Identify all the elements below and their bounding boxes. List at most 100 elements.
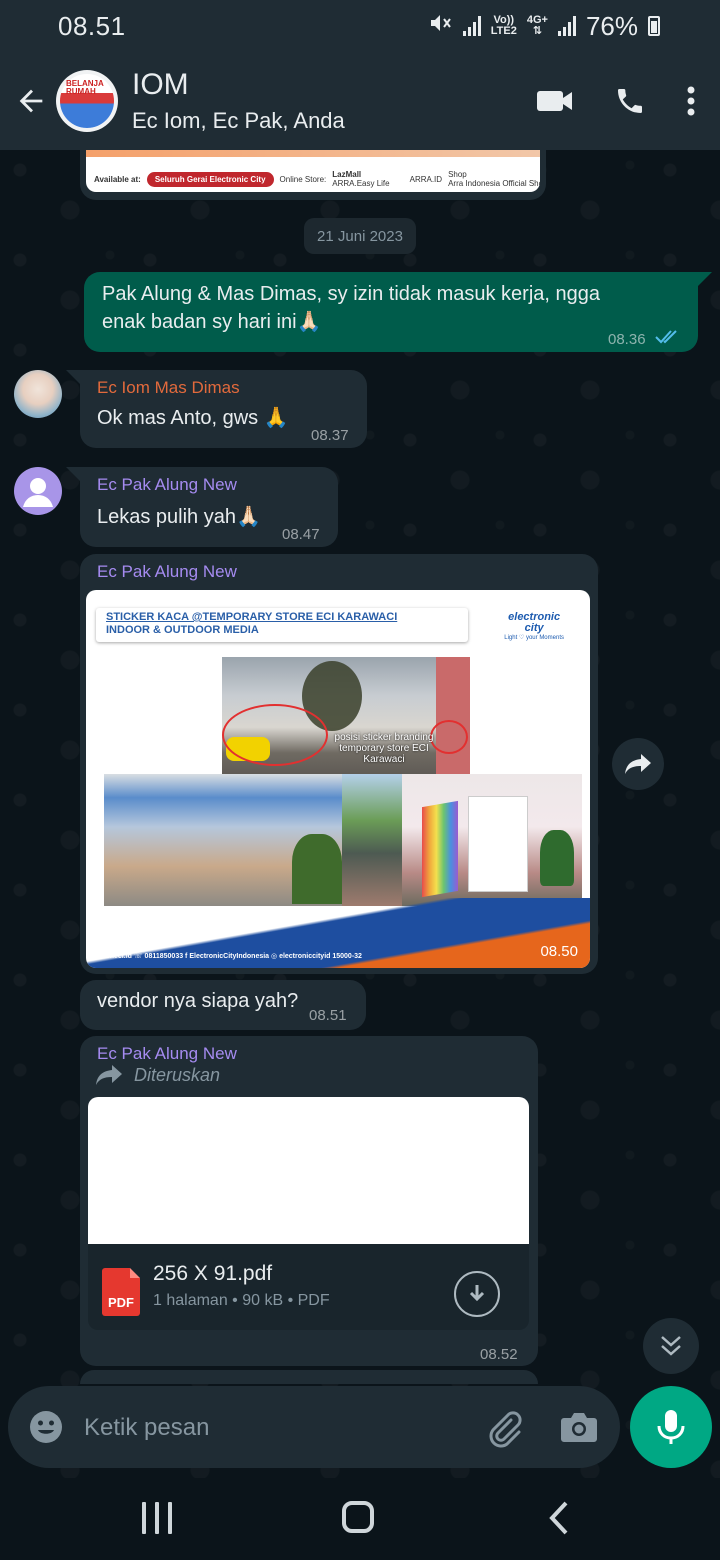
camera-icon[interactable] — [560, 1410, 598, 1449]
potted-plant — [540, 830, 574, 886]
store-entrance-photo — [402, 774, 582, 906]
status-bar: 08.51 Vo)) LTE2 4G+ ⇅ 76% — [0, 0, 720, 52]
status-time: 08.51 — [58, 10, 126, 41]
home-icon[interactable] — [342, 1501, 374, 1533]
tree — [292, 834, 342, 904]
forward-button[interactable] — [612, 738, 664, 790]
arra-sub: ARRA.ID — [409, 174, 443, 184]
phone-call-icon[interactable] — [614, 85, 646, 117]
bubble-tail — [66, 467, 80, 481]
message-text: vendor nya siapa yah? — [97, 990, 299, 1012]
photo-annotation: posisi sticker branding temporary store … — [334, 732, 434, 765]
incoming-message[interactable]: vendor nya siapa yah? 08.51 — [80, 980, 366, 1030]
next-message-partial — [80, 1370, 538, 1384]
promo-arra: ARRA.ID — [396, 175, 442, 184]
incoming-message[interactable]: Ec Pak Alung New Lekas pulih yah🙏🏻 08.47 — [80, 467, 338, 547]
message-text: Pak Alung & Mas Dimas, sy izin tidak mas… — [102, 283, 600, 333]
pdf-badge: PDF — [108, 1295, 134, 1310]
group-avatar-logo: BELANJA RUMAH — [66, 79, 104, 96]
video-call-icon[interactable] — [536, 87, 574, 115]
message-time: 08.36 — [608, 331, 646, 348]
group-members: Ec Iom, Ec Pak, Anda — [132, 108, 345, 133]
sender-avatar[interactable] — [14, 370, 62, 418]
electronic-city-logo: electronic city Light ♡ your Moments — [504, 612, 564, 642]
street-photo — [342, 774, 402, 906]
group-avatar-image: BELANJA RUMAH — [60, 74, 114, 128]
slide-title-box: STICKER KACA @TEMPORARY STORE ECI KARAWA… — [96, 608, 468, 642]
recent-apps-icon[interactable] — [142, 1502, 172, 1534]
system-navigation-bar — [0, 1478, 720, 1560]
shared-image[interactable]: STICKER KACA @TEMPORARY STORE ECI KARAWA… — [86, 590, 590, 968]
slide-footer-text: www.eci.id ☏ 0811850033 f ElectronicCity… — [96, 953, 362, 960]
nav-back-icon[interactable] — [546, 1500, 572, 1541]
status-indicators: Vo)) LTE2 4G+ ⇅ 76% — [429, 11, 660, 42]
rainbow-sticker — [422, 800, 458, 898]
promo-available-label: Available at: — [94, 174, 141, 184]
message-composer — [8, 1386, 620, 1468]
mute-icon — [429, 12, 453, 40]
attach-icon[interactable] — [484, 1408, 524, 1453]
storefront-photo-2 — [104, 774, 342, 906]
sender-name[interactable]: Ec Iom Mas Dimas — [97, 377, 240, 399]
group-avatar[interactable]: BELANJA RUMAH — [56, 70, 118, 132]
sender-avatar[interactable] — [14, 467, 62, 515]
logo-line2: city — [524, 622, 544, 634]
message-time: 08.37 — [311, 427, 349, 444]
outgoing-message[interactable]: Pak Alung & Mas Dimas, sy izin tidak mas… — [84, 272, 698, 352]
promo-available-value: Seluruh Gerai Electronic City — [146, 171, 274, 187]
network-type: Vo)) LTE2 — [491, 15, 517, 37]
sender-name[interactable]: Ec Pak Alung New — [97, 561, 237, 583]
slide-title-line1: STICKER KACA @TEMPORARY STORE ECI KARAWA… — [106, 611, 398, 623]
logo-tagline: Light ♡ your Moments — [504, 635, 564, 641]
scroll-to-bottom-button[interactable] — [643, 1318, 699, 1374]
document-info-bar[interactable]: PDF 256 X 91.pdf 1 halaman • 90 kB • PDF — [88, 1244, 529, 1330]
promo-banner-stripe — [86, 150, 540, 157]
forward-arrow-icon — [625, 754, 651, 774]
image-message-partial[interactable]: Available at: Seluruh Gerai Electronic C… — [80, 150, 546, 200]
slide-title-line2: INDOOR & OUTDOOR MEDIA — [106, 624, 259, 636]
forwarded-label: Diteruskan — [134, 1064, 221, 1085]
download-button[interactable] — [454, 1271, 500, 1317]
message-text: Ok mas Anto, gws 🙏 — [97, 407, 289, 429]
message-time: 08.51 — [309, 1007, 347, 1024]
signal-icon — [557, 16, 576, 36]
message-input[interactable] — [84, 1408, 464, 1448]
data-type: 4G+ ⇅ — [527, 15, 548, 37]
emoji-icon[interactable] — [28, 1409, 64, 1450]
forwarded-indicator: Diteruskan — [94, 1064, 220, 1086]
default-avatar-icon — [23, 478, 53, 507]
read-receipt-icon — [654, 326, 684, 354]
sender-name[interactable]: Ec Pak Alung New — [97, 1043, 237, 1065]
pdf-file-icon: PDF — [102, 1268, 140, 1316]
back-arrow-icon[interactable] — [14, 81, 50, 121]
more-options-icon[interactable] — [686, 85, 696, 117]
battery-percent: 76% — [585, 10, 638, 41]
promo-lazmall: LazMall ARRA.Easy Life — [332, 170, 389, 188]
promo-online-label: Online Store: — [279, 174, 327, 184]
shop-label: Shop — [448, 170, 467, 179]
signal-icon — [462, 16, 481, 36]
header-titles[interactable]: IOM Ec Iom, Ec Pak, Anda — [132, 68, 536, 134]
mic-icon — [657, 1410, 685, 1444]
promo-store-row: Available at: Seluruh Gerai Electronic C… — [94, 170, 540, 188]
date-separator: 21 Juni 2023 — [304, 218, 416, 254]
download-icon — [469, 1285, 485, 1302]
lazmall-label: LazMall — [332, 170, 362, 179]
file-name: 256 X 91.pdf — [153, 1262, 273, 1285]
promo-image[interactable]: Available at: Seluruh Gerai Electronic C… — [86, 150, 540, 192]
forwarded-icon — [96, 1065, 122, 1085]
network-line2: LTE2 — [490, 25, 517, 37]
message-time: 08.50 — [540, 943, 578, 960]
sender-name[interactable]: Ec Pak Alung New — [97, 474, 237, 496]
file-meta: 1 halaman • 90 kB • PDF — [153, 1292, 330, 1309]
group-name: IOM — [132, 68, 189, 101]
display-board — [468, 796, 528, 892]
double-chevron-down-icon — [661, 1336, 681, 1356]
incoming-message[interactable]: Ec Iom Mas Dimas Ok mas Anto, gws 🙏 08.3… — [80, 370, 367, 448]
bubble-tail — [698, 272, 712, 286]
lazmall-sub: ARRA.Easy Life — [332, 179, 390, 188]
document-preview[interactable] — [88, 1097, 529, 1244]
voice-message-button[interactable] — [630, 1386, 712, 1468]
battery-icon — [648, 16, 660, 36]
message-time: 20.12 — [490, 164, 528, 181]
